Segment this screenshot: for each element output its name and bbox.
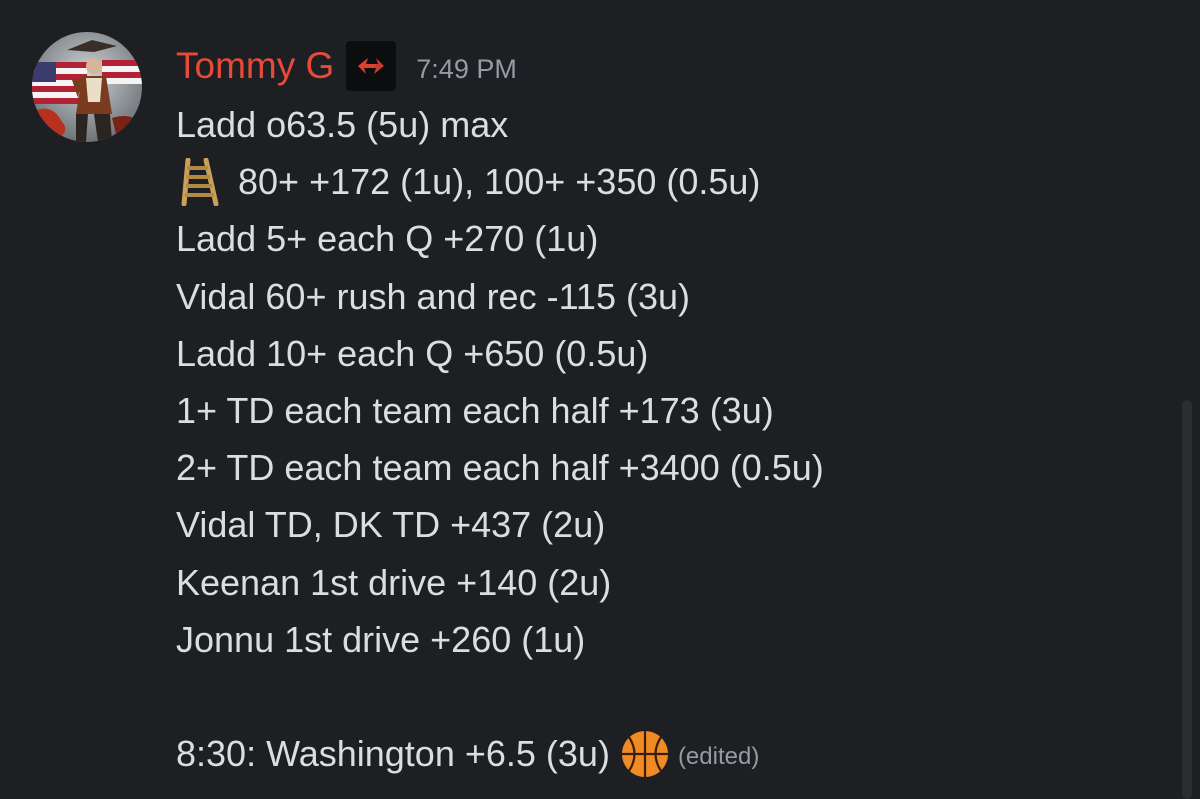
chat-message: Tommy G 7:49 PM Ladd o63.5 (5u) max 80+ … [0,0,1200,799]
avatar-image [32,32,142,142]
message-header: Tommy G 7:49 PM [176,40,517,92]
message-line: Ladd 5+ each Q +270 (1u) [176,218,599,260]
message-content: Ladd o63.5 (5u) max 80+ +172 (1u), 100+ … [176,96,824,782]
scrollbar[interactable] [1182,400,1192,799]
red-arrows-icon [358,58,385,74]
basketball-icon [620,729,670,779]
role-icon[interactable] [346,41,397,91]
edited-label: (edited) [677,743,760,771]
message-line: Keenan 1st drive +140 (2u) [176,561,612,603]
message-line: Ladd o63.5 (5u) max [176,104,509,145]
message-line: 1+ TD each team each half +173 (3u) [176,389,774,431]
message-line: Vidal TD, DK TD +437 (2u) [176,504,606,546]
message-line: Ladd 10+ each Q +650 (0.5u) [176,332,649,374]
message-timestamp: 7:49 PM [416,53,517,84]
message-line: Vidal 60+ rush and rec -115 (3u) [176,275,690,317]
message-line: 80+ +172 (1u), 100+ +350 (0.5u) [176,153,824,210]
message-line: 8:30: Washington +6.5 (3u) (edited) [176,725,824,782]
message-line: Jonnu 1st drive +260 (1u) [176,618,586,660]
message-line: 2+ TD each team each half +3400 (0.5u) [176,447,824,489]
username[interactable]: Tommy G [176,45,334,87]
user-avatar[interactable] [32,32,142,142]
ladder-icon [176,157,224,206]
